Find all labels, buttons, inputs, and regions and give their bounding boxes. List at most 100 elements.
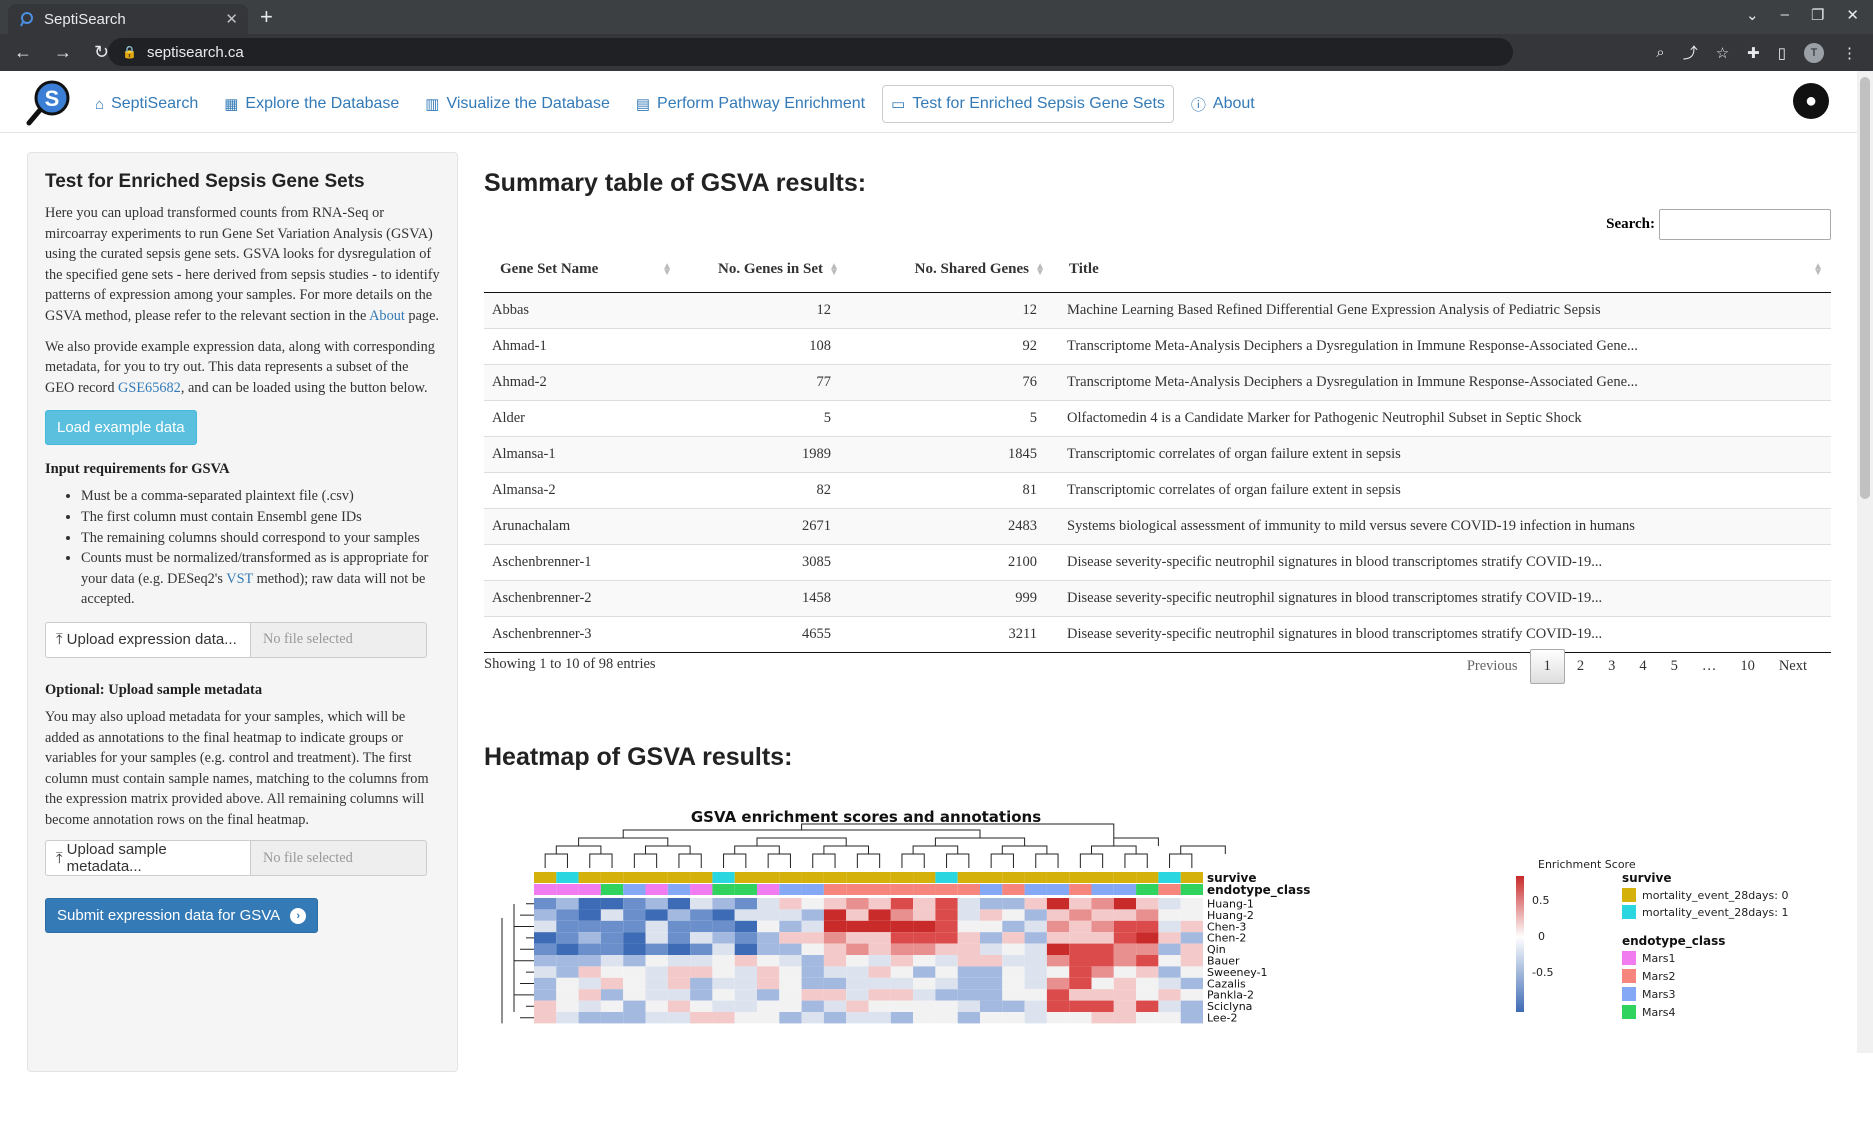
heatmap-cell (1180, 955, 1203, 967)
restore-icon[interactable]: ❐ (1811, 6, 1824, 24)
heatmap-cell (1069, 966, 1092, 978)
heatmap-cell (1113, 989, 1137, 1001)
tab-search-icon[interactable]: ⌄ (1746, 6, 1759, 24)
pager-page[interactable]: 1 (1529, 649, 1565, 684)
expression-file-field[interactable]: No file selected (251, 621, 427, 658)
table-row[interactable]: Aschenbrenner-2 1458 999 Disease severity-s… (484, 579, 1831, 616)
browser-tab-bar: SeptiSearch ✕ + ⌄ – ❐ ✕ (0, 0, 1873, 34)
browser-tab[interactable]: SeptiSearch ✕ (8, 4, 248, 34)
search-input[interactable] (1659, 209, 1831, 240)
window-close-icon[interactable]: ✕ (1846, 6, 1859, 24)
table-row[interactable]: Aschenbrenner-1 3085 2100 Disease severity-… (484, 543, 1831, 580)
col-shared-genes[interactable]: No. Shared Genes ▲ ▼ (847, 248, 1053, 293)
new-tab-icon[interactable]: + (260, 4, 273, 30)
nav-about[interactable]: ⓘ About (1182, 85, 1264, 123)
table-row[interactable]: Almansa-2 82 81 Transcriptomic correlates o… (484, 471, 1831, 508)
pager-next[interactable]: Next (1767, 650, 1819, 683)
col-title[interactable]: Title ▲ ▼ (1053, 248, 1831, 293)
nav-visualize-database[interactable]: ▥ Visualize the Database (416, 85, 619, 123)
metadata-file-field[interactable]: No file selected (251, 840, 427, 877)
heatmap-cell (779, 1000, 802, 1012)
upload-metadata-button[interactable]: ⤒ Upload sample metadata... (45, 840, 251, 877)
summary-title: Summary table of GSVA results: (484, 169, 867, 197)
vst-link[interactable]: VST (226, 571, 253, 587)
github-icon[interactable]: ● (1793, 83, 1829, 119)
survive-annotation-cell (1113, 872, 1137, 883)
endotype-annotation-cell (846, 884, 869, 895)
nav-explore-database[interactable]: ▦ Explore the Database (215, 85, 408, 123)
extensions-icon[interactable]: ✚ (1747, 44, 1760, 62)
back-icon[interactable]: ← (14, 42, 32, 63)
table-row[interactable]: Almansa-1 1989 1845 Transcriptomic correlat… (484, 435, 1831, 472)
heatmap-cell (823, 966, 847, 978)
endotype-annotation-cell (1158, 884, 1181, 895)
page-scrollbar[interactable] (1857, 71, 1873, 1053)
heatmap-cell (801, 932, 824, 944)
heatmap-cell (980, 966, 1003, 978)
heatmap-cell (1046, 898, 1070, 910)
col-genes-in-set[interactable]: No. Genes in Set ▲ ▼ (680, 248, 847, 293)
metadata-text: You may also upload metadata for your sa… (45, 708, 429, 828)
heatmap-cell (1069, 920, 1092, 933)
upload-expression-button[interactable]: ⤒ Upload expression data... (45, 621, 251, 658)
load-example-button[interactable]: Load example data (45, 410, 197, 446)
submit-gsva-button[interactable]: Submit expression data for GSVA › (45, 898, 319, 934)
table-row[interactable]: Abbas 12 12 Machine Learning Based Refined … (484, 291, 1831, 328)
table-row[interactable]: Ahmad-2 77 76 Transcriptome Meta-Analysis D… (484, 363, 1831, 400)
pager-page[interactable]: 5 (1659, 650, 1690, 683)
cell-gene-set-name: Alder (484, 399, 680, 436)
heatmap-cell (1180, 898, 1203, 910)
share-icon[interactable]: ⤴ (1683, 42, 1698, 63)
nav-septisearch[interactable]: ⌂ SeptiSearch (86, 85, 207, 123)
pager-page[interactable]: 2 (1565, 650, 1596, 683)
profile-avatar[interactable]: T (1804, 42, 1824, 63)
geo-record-link[interactable]: GSE65682 (118, 380, 181, 396)
nav-pathway-enrichment[interactable]: ▤ Perform Pathway Enrichment (627, 85, 874, 123)
heatmap-cell (734, 1012, 757, 1024)
address-bar[interactable]: 🔒 septisearch.ca (108, 38, 1513, 66)
heatmap-cell (1002, 966, 1025, 978)
endotype-annotation-cell (1046, 884, 1070, 895)
table-row[interactable]: Ahmad-1 108 92 Transcriptome Meta-Analysis … (484, 327, 1831, 364)
tab-close-icon[interactable]: ✕ (225, 10, 238, 28)
bookmark-star-icon[interactable]: ☆ (1716, 44, 1729, 62)
zoom-icon[interactable]: ⌕ (1656, 44, 1664, 61)
reload-icon[interactable]: ↻ (94, 42, 109, 63)
minimize-icon[interactable]: – (1781, 6, 1789, 24)
pager-page[interactable]: 10 (1728, 650, 1767, 683)
about-link[interactable]: About (369, 308, 405, 324)
scrollbar-thumb[interactable] (1860, 77, 1870, 499)
table-row[interactable]: Arunachalam 2671 2483 Systems biological as… (484, 507, 1831, 544)
table-row[interactable]: Alder 5 5 Olfactomedin 4 is a Candidate Mar… (484, 399, 1831, 436)
browser-menu-icon[interactable]: ⋮ (1842, 44, 1857, 62)
nav-test-enriched-gene-sets[interactable]: ▭ Test for Enriched Sepsis Gene Sets (882, 85, 1174, 123)
heatmap-cell (980, 989, 1003, 1001)
endotype-annotation-cell (757, 884, 780, 895)
cell-title: Olfactomedin 4 is a Candidate Marker for… (1053, 399, 1831, 436)
heatmap-cell (712, 920, 735, 933)
heatmap-cell (623, 966, 646, 978)
heatmap-cell (980, 955, 1003, 967)
heatmap-cell (890, 955, 914, 967)
pager-page[interactable]: 3 (1596, 650, 1627, 683)
heatmap-cell (1113, 909, 1137, 921)
heatmap-cell (645, 966, 668, 978)
cell-gene-set-name: Abbas (484, 291, 680, 328)
pager-previous[interactable]: Previous (1455, 650, 1530, 683)
forward-icon[interactable]: → (54, 42, 72, 63)
col-gene-set-name[interactable]: Gene Set Name ▲ ▼ (484, 248, 680, 293)
heatmap-cell (757, 920, 780, 933)
endotype-annotation-cell (712, 884, 735, 895)
heatmap-cell (757, 1012, 780, 1024)
pager-page[interactable]: 4 (1627, 650, 1658, 683)
heatmap-cell (779, 977, 802, 990)
survive-legend-title: survive (1622, 871, 1672, 885)
heatmap-cell (779, 989, 802, 1001)
heatmap-cell (556, 989, 579, 1001)
survive-annotation-cell (913, 872, 936, 883)
sidepanel-icon[interactable]: ▯ (1778, 44, 1786, 62)
septisearch-logo-icon[interactable]: S (26, 79, 72, 127)
endotype-annotation-cell (779, 884, 802, 895)
table-row[interactable]: Aschenbrenner-3 4655 3211 Disease severity-… (484, 615, 1831, 653)
endotype-annotation-cell (1113, 884, 1137, 895)
